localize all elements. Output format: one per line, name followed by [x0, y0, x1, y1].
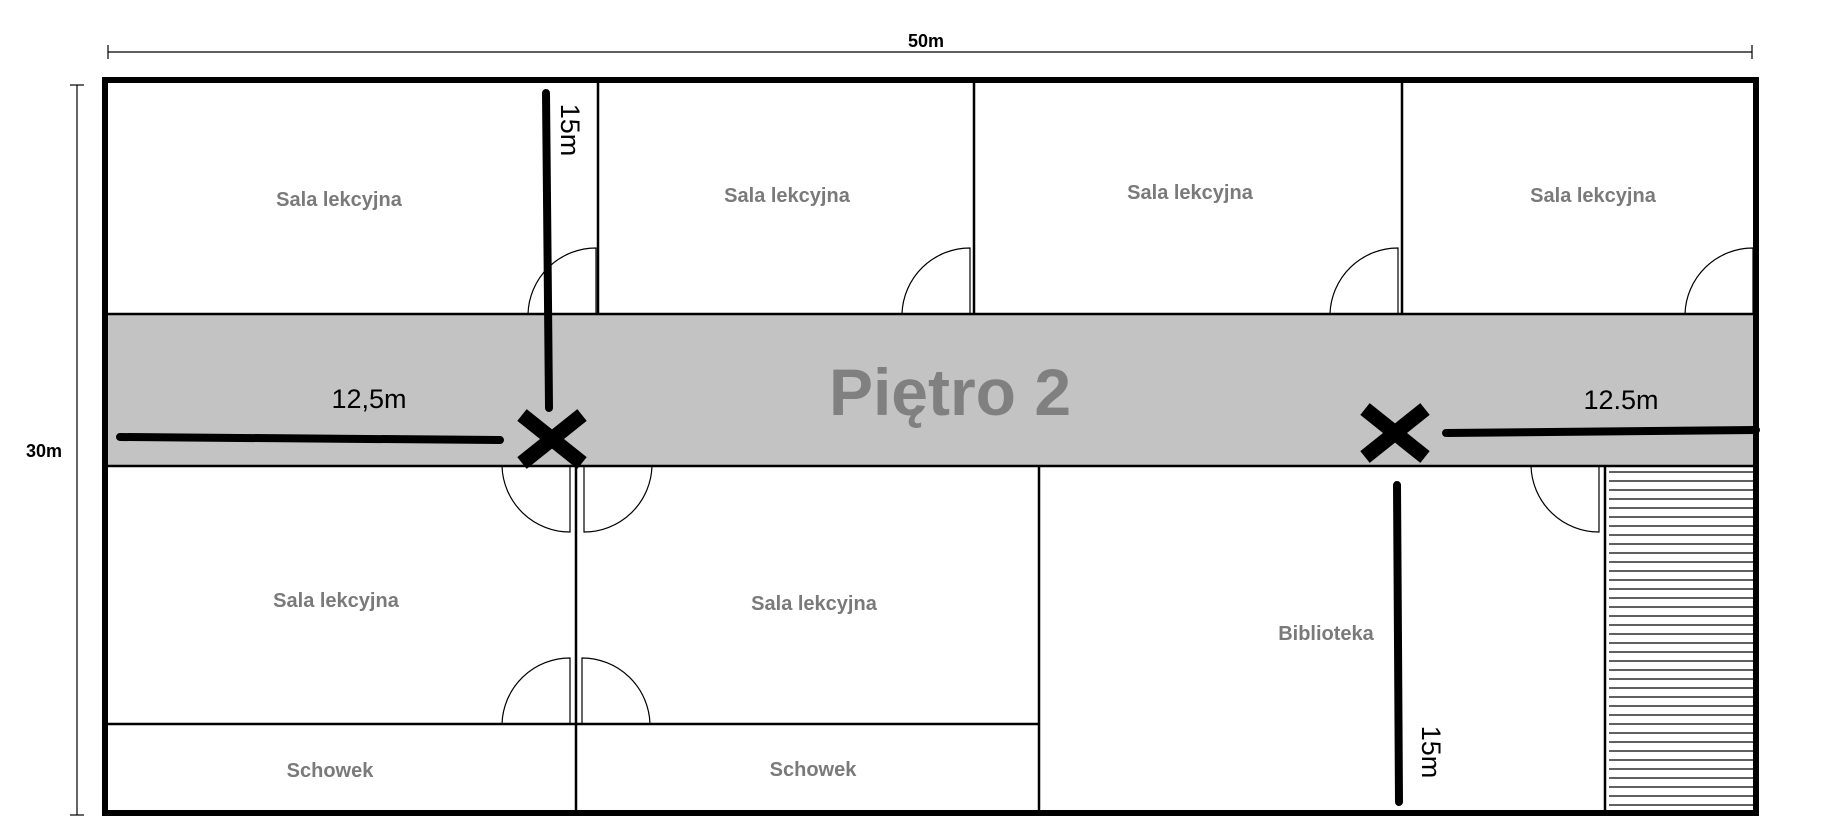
floor-plan: 50m 30m Sala lekcyjna Sala lekcyjna Sala… [26, 31, 1760, 816]
staircase [1609, 471, 1754, 806]
floor-title: Piętro 2 [829, 355, 1071, 429]
room-label-top-3: Sala lekcyjna [1127, 182, 1254, 204]
measure-line-right-vertical [1393, 481, 1403, 806]
measure-label-right-horizontal: 12.5m [1583, 385, 1658, 415]
width-dimension-label: 50m [908, 31, 944, 51]
measure-line-left-horizontal [116, 433, 504, 444]
measure-line-left-vertical [542, 89, 553, 412]
door-top-3 [1329, 247, 1399, 315]
door-storage-1 [501, 657, 571, 725]
door-top-2 [901, 247, 971, 315]
measure-label-left-horizontal: 12,5m [331, 384, 406, 414]
height-dimension-label: 30m [26, 441, 62, 461]
measure-line-right-horizontal [1442, 426, 1760, 437]
room-label-top-2: Sala lekcyjna [724, 185, 851, 207]
door-top-4 [1684, 247, 1754, 315]
room-label-storage-2: Schowek [770, 759, 858, 781]
door-bottom-2 [583, 465, 653, 533]
height-dimension: 30m [26, 84, 84, 816]
width-dimension: 50m [107, 31, 1753, 59]
door-storage-2 [581, 657, 651, 725]
door-top-1 [527, 247, 597, 315]
door-bottom-3 [1530, 465, 1600, 533]
door-bottom-1 [501, 465, 571, 533]
room-label-library: Biblioteka [1278, 623, 1374, 645]
room-label-top-4: Sala lekcyjna [1530, 185, 1657, 207]
room-label-storage-1: Schowek [287, 760, 375, 782]
room-label-bottom-2: Sala lekcyjna [751, 593, 878, 615]
measure-label-right-vertical: 15m [1416, 726, 1446, 779]
room-label-top-1: Sala lekcyjna [276, 189, 403, 211]
room-label-bottom-1: Sala lekcyjna [273, 590, 400, 612]
measure-label-left-vertical: 15m [555, 104, 585, 157]
